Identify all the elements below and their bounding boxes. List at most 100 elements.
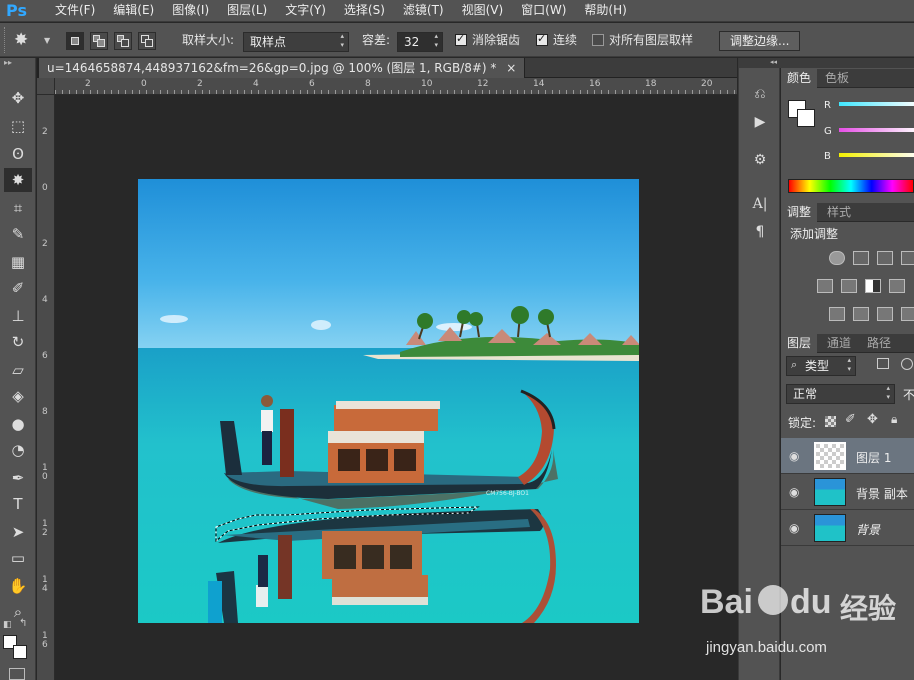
path-selection-tool-icon[interactable]: ➤	[4, 520, 32, 544]
exposure-adjust-icon[interactable]	[901, 251, 914, 265]
tab-channels[interactable]: 通道	[821, 334, 857, 353]
marquee-tool-icon[interactable]: ⬚	[4, 114, 32, 138]
visibility-eye-icon[interactable]: ◉	[789, 521, 799, 535]
default-colors-icon[interactable]: ◧	[3, 620, 12, 630]
tool-preset-chevron-down-icon[interactable]: ▼	[44, 36, 50, 45]
vertical-ruler[interactable]: 2 0 2 4 6 8 1 0 1 2 1 4 1 6	[37, 95, 55, 680]
tab-swatches[interactable]: 色板	[819, 69, 855, 88]
healing-brush-tool-icon[interactable]: ▦	[4, 250, 32, 274]
panels-grip[interactable]	[781, 58, 914, 68]
eraser-tool-icon[interactable]: ▱	[4, 358, 32, 382]
clone-stamp-tool-icon[interactable]: ⊥	[4, 304, 32, 328]
lasso-tool-icon[interactable]: ʘ	[4, 142, 32, 166]
history-icon[interactable]: ⎌	[748, 84, 772, 104]
visibility-eye-icon[interactable]: ◉	[789, 449, 799, 463]
quick-mask-icon[interactable]	[9, 668, 25, 680]
menu-edit[interactable]: 编辑(E)	[104, 0, 163, 22]
magic-wand-icon[interactable]: ✸	[14, 30, 28, 50]
horizontal-ruler[interactable]: 2 0 2 4 6 8 10 12 14 16 18 20	[55, 78, 737, 95]
menu-type[interactable]: 文字(Y)	[276, 0, 335, 22]
vibrance-adjust-icon[interactable]	[817, 279, 833, 293]
invert-adjust-icon[interactable]	[829, 307, 845, 321]
new-selection-button[interactable]	[66, 32, 84, 50]
intersect-selection-button[interactable]	[138, 32, 156, 50]
tab-adjustments[interactable]: 调整	[781, 203, 818, 222]
blur-tool-icon[interactable]: ●	[4, 412, 32, 436]
subtract-from-selection-button[interactable]	[114, 32, 132, 50]
b-slider[interactable]	[839, 153, 914, 157]
paragraph-icon[interactable]: ¶	[748, 222, 772, 242]
sample-size-select[interactable]: 取样点	[243, 32, 349, 52]
lock-all-icon[interactable]: 🔒︎	[891, 412, 897, 427]
lock-pixels-brush-icon[interactable]: ✐	[845, 412, 856, 427]
layer-name[interactable]: 背景 副本	[856, 485, 908, 502]
tolerance-input[interactable]: 32	[397, 32, 443, 52]
layer-row[interactable]: ◉ 背景	[781, 510, 914, 546]
collapse-dock-icon[interactable]: ◂◂	[739, 58, 781, 68]
layer-name[interactable]: 背景	[856, 521, 880, 538]
antialias-checkbox[interactable]	[455, 32, 467, 46]
threshold-adjust-icon[interactable]	[877, 307, 893, 321]
ruler-origin[interactable]	[37, 78, 55, 95]
tab-color[interactable]: 颜色	[781, 69, 818, 88]
close-tab-icon[interactable]: ×	[506, 61, 516, 75]
filter-adjustment-icon[interactable]	[901, 358, 913, 370]
layer-row[interactable]: ◉ 图层 1	[781, 438, 914, 474]
blend-mode-select[interactable]: 正常	[786, 384, 895, 404]
photo-filter-adjust-icon[interactable]	[889, 279, 905, 293]
posterize-adjust-icon[interactable]	[853, 307, 869, 321]
brush-tool-icon[interactable]: ✐	[4, 276, 32, 300]
menu-view[interactable]: 视图(V)	[453, 0, 513, 22]
menu-file[interactable]: 文件(F)	[46, 0, 104, 22]
menu-select[interactable]: 选择(S)	[335, 0, 394, 22]
contiguous-checkbox[interactable]	[536, 32, 548, 46]
menu-window[interactable]: 窗口(W)	[512, 0, 575, 22]
magic-wand-tool-icon[interactable]: ✸	[4, 168, 32, 192]
r-slider[interactable]	[839, 102, 914, 106]
document-tab[interactable]: u=1464658874,448937162&fm=26&gp=0.jpg @ …	[39, 58, 526, 78]
tab-layers[interactable]: 图层	[781, 334, 818, 353]
tab-styles[interactable]: 样式	[821, 203, 857, 222]
type-tool-icon[interactable]: T	[4, 492, 32, 516]
black-white-adjust-icon[interactable]	[865, 279, 881, 293]
menu-layer[interactable]: 图层(L)	[218, 0, 276, 22]
layer-row[interactable]: ◉ 背景 副本	[781, 474, 914, 510]
color-spectrum-bar[interactable]	[788, 179, 914, 193]
tab-paths[interactable]: 路径	[861, 334, 897, 353]
character-icon[interactable]: A|	[748, 194, 772, 214]
history-brush-tool-icon[interactable]: ↻	[4, 330, 32, 354]
color-balance-adjust-icon[interactable]	[841, 279, 857, 293]
menu-image[interactable]: 图像(I)	[163, 0, 218, 22]
refine-edge-button[interactable]: 调整边缘...	[719, 31, 801, 51]
background-color-swatch[interactable]	[13, 645, 27, 659]
filter-pixel-icon[interactable]	[877, 358, 889, 369]
g-slider[interactable]	[839, 128, 914, 132]
dodge-tool-icon[interactable]: ◔	[4, 438, 32, 462]
options-grip[interactable]	[4, 27, 7, 53]
tool-presets-icon[interactable]: ⚙	[748, 150, 772, 170]
curves-adjust-icon[interactable]	[877, 251, 893, 265]
menu-filter[interactable]: 滤镜(T)	[394, 0, 453, 22]
hand-tool-icon[interactable]: ✋	[4, 574, 32, 598]
crop-tool-icon[interactable]: ⌗	[4, 196, 32, 220]
collapse-toolbar-icon[interactable]: ▸▸	[4, 58, 12, 67]
swap-colors-icon[interactable]: ↰	[19, 618, 27, 629]
shape-tool-icon[interactable]: ▭	[4, 546, 32, 570]
add-to-selection-button[interactable]	[90, 32, 108, 50]
paint-bucket-tool-icon[interactable]: ◈	[4, 384, 32, 408]
visibility-eye-icon[interactable]: ◉	[789, 485, 799, 499]
lock-transparency-icon[interactable]	[825, 416, 836, 427]
levels-adjust-icon[interactable]	[853, 251, 869, 265]
image-canvas[interactable]: CM756-BJ-BO1	[138, 179, 639, 623]
menu-help[interactable]: 帮助(H)	[575, 0, 635, 22]
eyedropper-tool-icon[interactable]: ✎	[4, 222, 32, 246]
move-tool-icon[interactable]: ✥	[4, 86, 32, 110]
actions-play-icon[interactable]: ▶	[748, 112, 772, 132]
lock-position-icon[interactable]: ✥	[867, 412, 878, 427]
sample-all-layers-checkbox[interactable]	[592, 34, 604, 46]
layer-name[interactable]: 图层 1	[856, 449, 891, 466]
pen-tool-icon[interactable]: ✒	[4, 466, 32, 490]
brightness-adjust-icon[interactable]	[829, 251, 845, 265]
gradient-map-adjust-icon[interactable]	[901, 307, 914, 321]
background-color-swatch[interactable]	[797, 109, 815, 127]
